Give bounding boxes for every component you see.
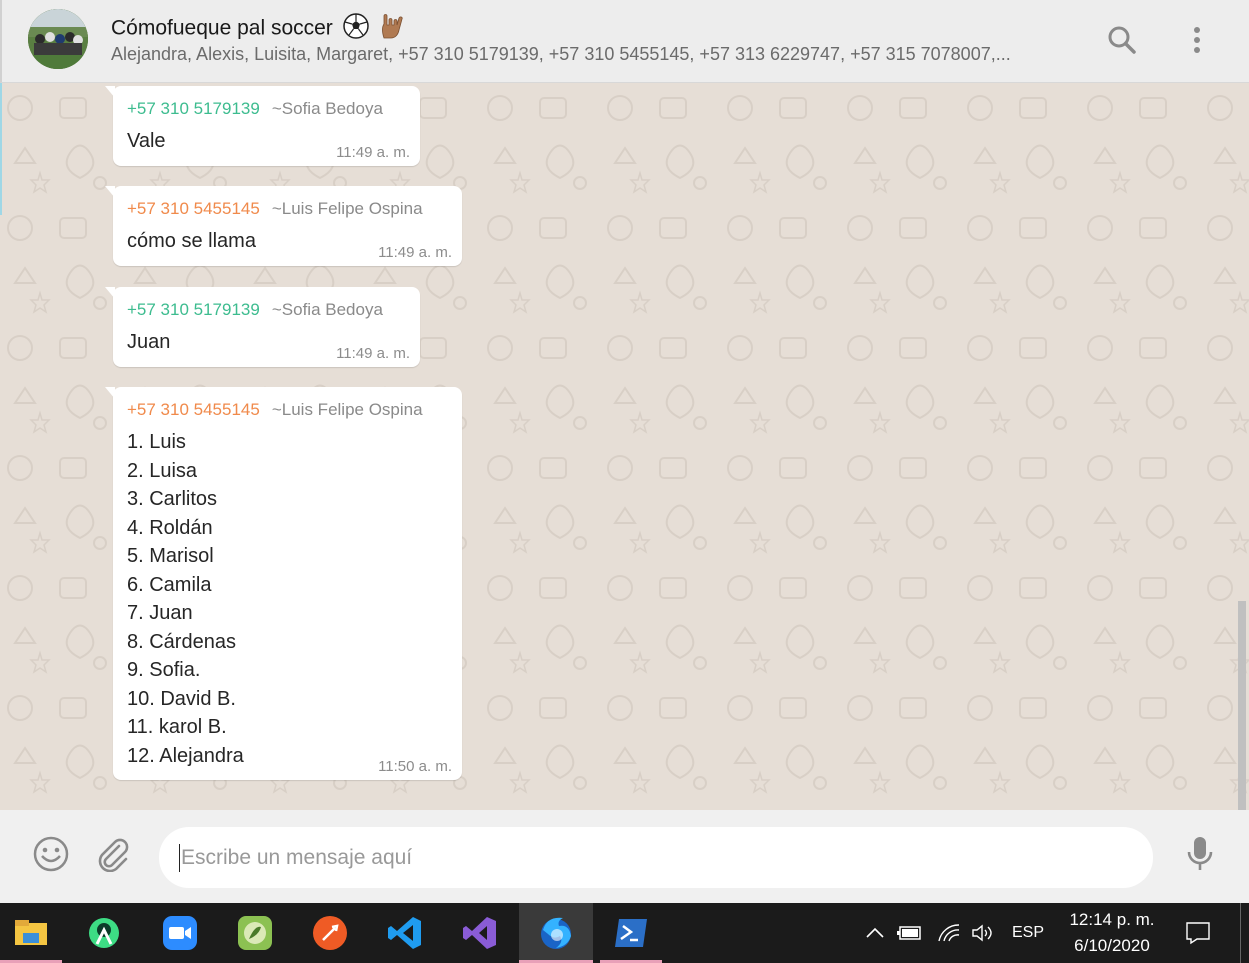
microphone-icon[interactable] (1178, 832, 1222, 876)
list-item: 1. Luis (127, 431, 186, 453)
vscode-icon[interactable] (368, 903, 442, 963)
chat-header: Cómofueque pal soccer Alejandra, Alexis,… (0, 0, 1249, 83)
scrollbar[interactable] (1238, 601, 1246, 810)
emoji-icon[interactable] (29, 832, 73, 876)
message-sender: +57 310 5179139 ~Sofia Bedoya (127, 99, 408, 119)
android-studio-icon[interactable] (67, 903, 141, 963)
list-item: 4. Roldán (127, 516, 213, 539)
menu-icon[interactable] (1177, 20, 1217, 60)
sender-alias: ~Luis Felipe Ospina (271, 400, 423, 419)
zoom-icon[interactable] (143, 903, 217, 963)
list-item: 6. Camila (127, 573, 212, 596)
chevron-up-icon[interactable] (862, 903, 888, 963)
list-item: 7. Juan (127, 602, 193, 624)
sender-phone: +57 310 5455145 (127, 199, 260, 218)
message-bubble[interactable]: +57 310 5179139 ~Sofia Bedoya Juan 11:49 … (105, 287, 420, 367)
message-input[interactable]: Escribe un mensaje aquí (159, 827, 1153, 888)
participants-list: Alejandra, Alexis, Luisita, Margaret, +5… (111, 44, 1011, 64)
sender-phone: +57 310 5455145 (127, 400, 260, 419)
wifi-icon[interactable] (934, 903, 964, 963)
notification-icon[interactable] (1180, 903, 1216, 963)
sender-phone: +57 310 5179139 (127, 300, 260, 319)
list-item: 2. Luisa (127, 459, 198, 482)
scroll-edge (0, 83, 2, 215)
message-sender: +57 310 5455145 ~Luis Felipe Ospina (127, 199, 450, 219)
list-item: 5. Marisol (127, 545, 214, 567)
message-time: 11:49 a. m. (378, 244, 452, 261)
composer-bar: Escribe un mensaje aquí (0, 810, 1249, 903)
list-item: 9. Sofia. (127, 659, 201, 681)
message-list[interactable]: +57 310 5179139 ~Sofia Bedoya Vale 11:49 … (0, 83, 1249, 810)
message-text: 1. Luis 2. Luisa 3. Carlitos 4. Roldán 5… (127, 428, 450, 770)
chat-title[interactable]: Cómofueque pal soccer (111, 12, 406, 46)
sender-alias: ~Sofia Bedoya (271, 300, 383, 319)
battery-icon[interactable] (896, 903, 924, 963)
search-icon[interactable] (1102, 20, 1142, 60)
group-avatar[interactable] (28, 9, 88, 69)
sender-alias: ~Luis Felipe Ospina (271, 199, 423, 218)
list-item: 8. Cárdenas (127, 630, 236, 653)
message-time: 11:49 a. m. (336, 345, 410, 362)
system-clock[interactable]: 12:14 p. m. 6/10/2020 (1062, 907, 1162, 959)
attach-icon[interactable] (91, 832, 135, 876)
visual-studio-icon[interactable] (443, 903, 517, 963)
powershell-icon[interactable] (594, 903, 668, 963)
show-desktop-divider (1240, 903, 1241, 963)
soccer-ball-icon (342, 13, 369, 45)
postman-icon[interactable] (293, 903, 367, 963)
language-indicator[interactable]: ESP (1008, 903, 1048, 963)
taskbar: ESP 12:14 p. m. 6/10/2020 (0, 903, 1249, 963)
clock-date: 6/10/2020 (1074, 936, 1150, 955)
list-item: 3. Carlitos (127, 488, 218, 510)
sender-alias: ~Sofia Bedoya (271, 99, 383, 118)
message-bubble[interactable]: +57 310 5179139 ~Sofia Bedoya Vale 11:49 … (105, 86, 420, 166)
message-input-placeholder: Escribe un mensaje aquí (181, 845, 413, 869)
volume-icon[interactable] (968, 903, 998, 963)
message-time: 11:50 a. m. (378, 758, 452, 775)
sender-phone: +57 310 5179139 (127, 99, 260, 118)
list-item: 11. karol B. (127, 716, 227, 738)
firefox-icon[interactable] (519, 903, 593, 963)
app-icon[interactable] (218, 903, 292, 963)
message-bubble[interactable]: +57 310 5455145 ~Luis Felipe Ospina cómo … (105, 186, 462, 266)
group-name: Cómofueque pal soccer (111, 16, 333, 40)
love-you-hand-icon (378, 12, 406, 46)
message-bubble[interactable]: +57 310 5455145 ~Luis Felipe Ospina 1. Lu… (105, 387, 462, 780)
text-caret (179, 843, 180, 872)
message-sender: +57 310 5455145 ~Luis Felipe Ospina (127, 400, 450, 420)
clock-time: 12:14 p. m. (1069, 910, 1155, 929)
list-item: 10. David B. (127, 687, 236, 710)
file-explorer-icon[interactable] (0, 903, 62, 963)
message-time: 11:49 a. m. (336, 144, 410, 161)
message-sender: +57 310 5179139 ~Sofia Bedoya (127, 300, 408, 320)
